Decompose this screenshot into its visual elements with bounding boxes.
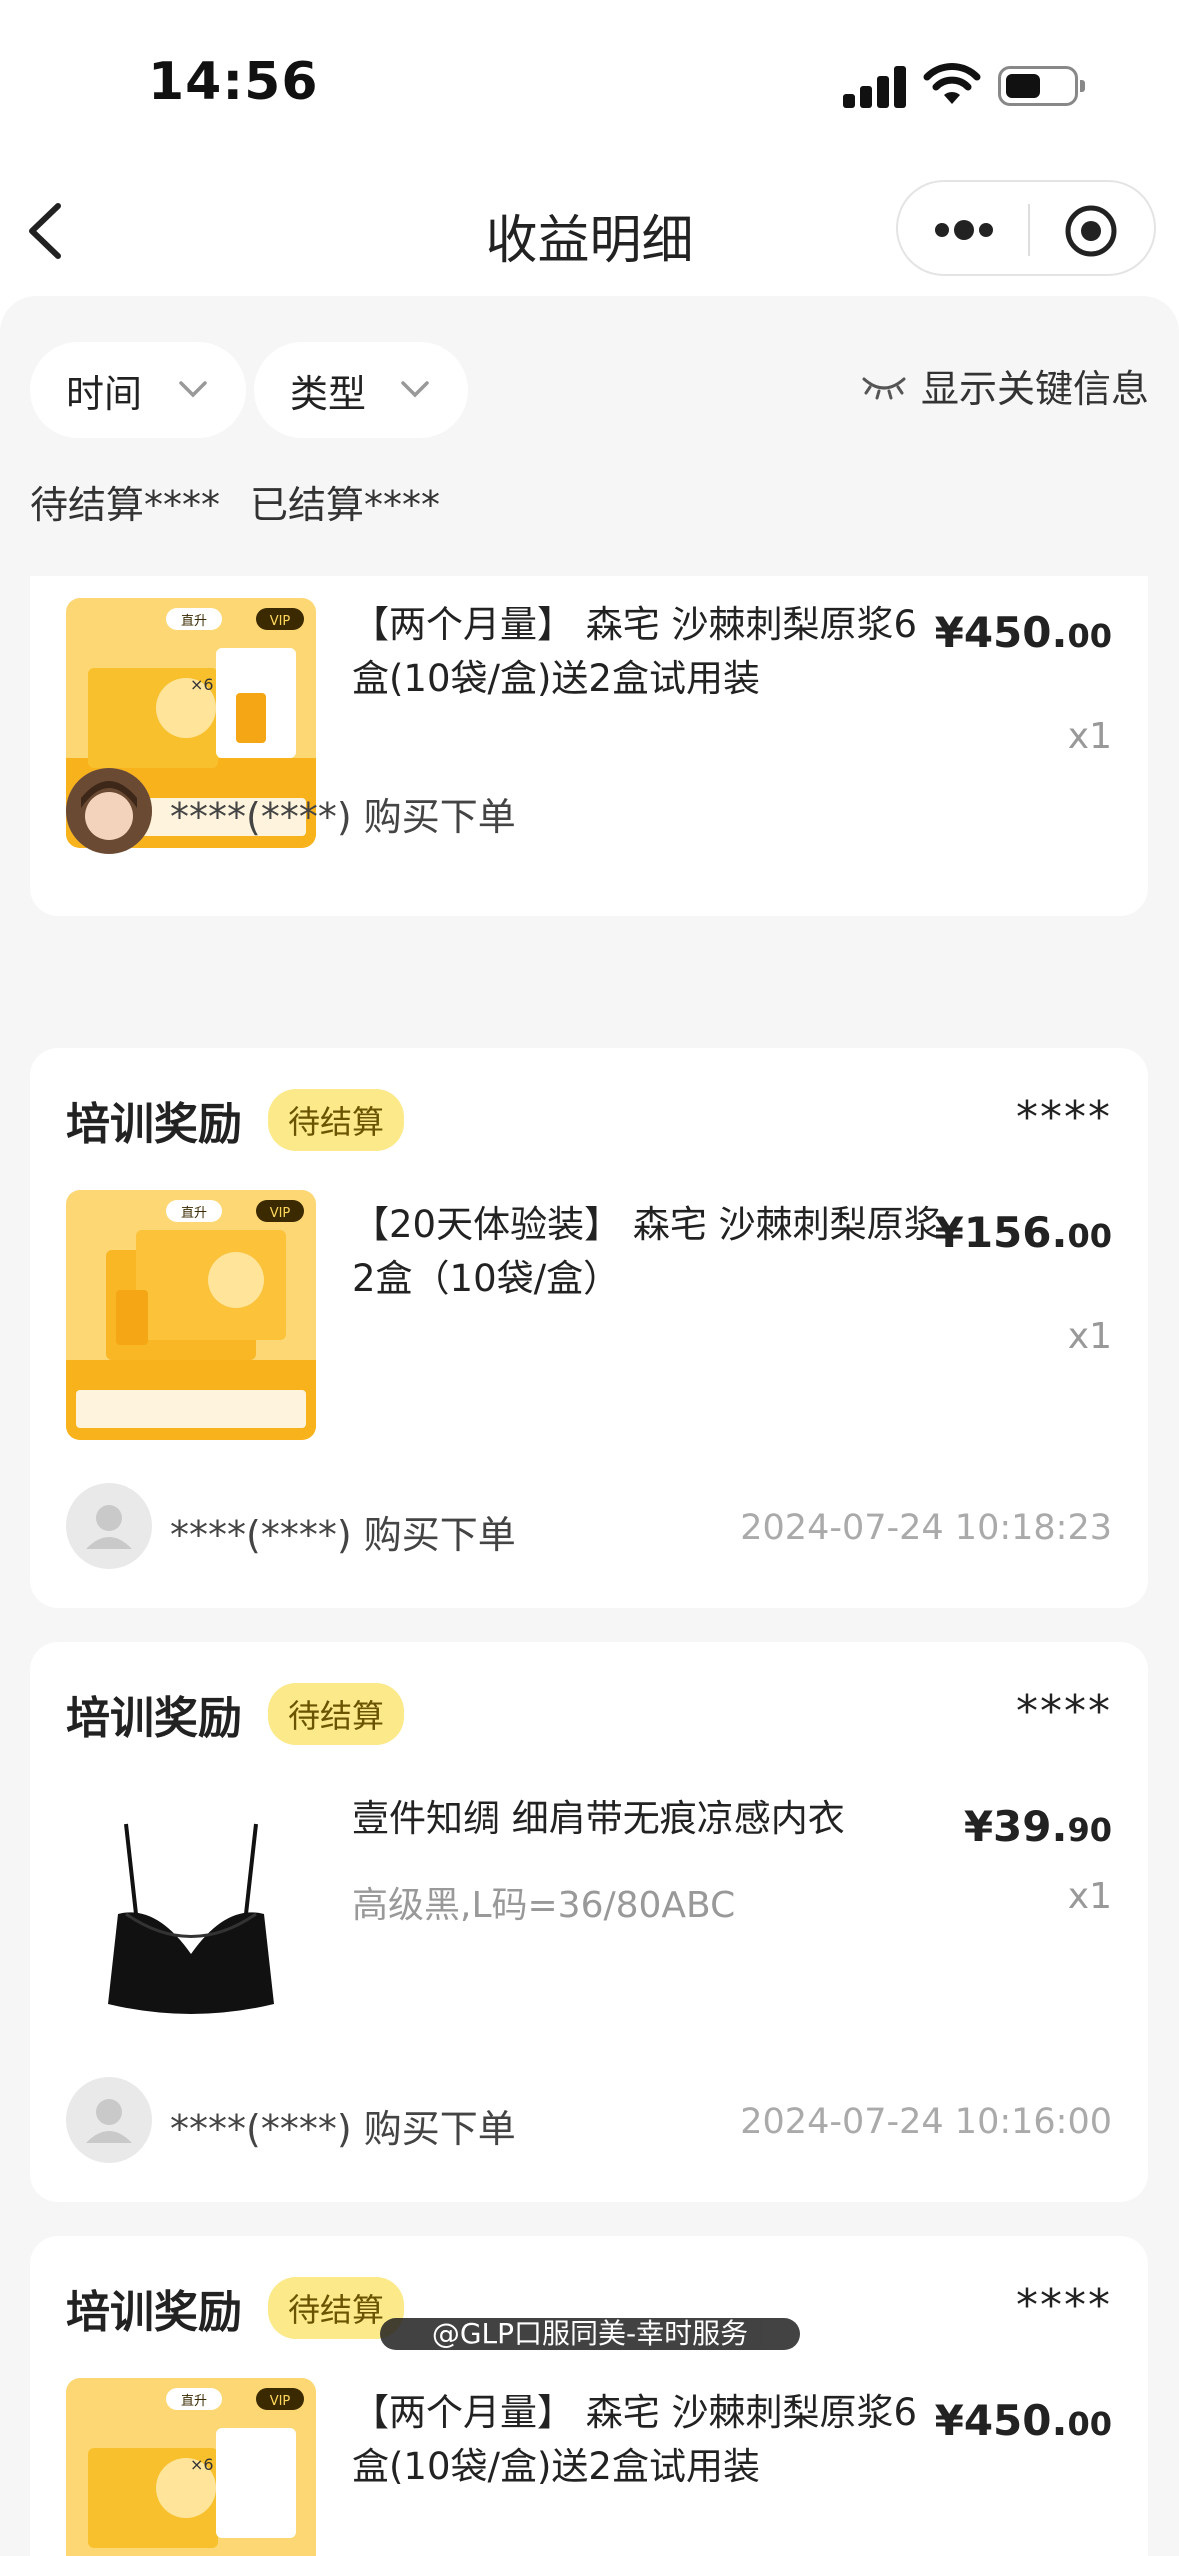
earning-amount: **** — [1016, 2280, 1112, 2331]
card-header: 培训奖励 待结算 — [66, 2276, 405, 2340]
product-price: ¥39.90 — [963, 1802, 1112, 1851]
status-bar: 14:56 — [0, 0, 1179, 170]
order-time: 2024-07-24 10:18:23 — [740, 1508, 1112, 1548]
status-badge: 待结算 — [268, 1089, 405, 1151]
default-avatar-icon — [86, 2099, 132, 2143]
filter-type-label: 类型 — [290, 371, 367, 416]
signal-icon — [843, 64, 907, 108]
mini-program-capsule — [896, 180, 1156, 276]
filter-time-label: 时间 — [66, 371, 143, 416]
earning-amount: **** — [1016, 1092, 1112, 1143]
earning-card[interactable]: 培训奖励 待结算 **** 直升 VIP 【20天体验装】 森宅 沙棘刺梨原浆 … — [30, 1048, 1148, 1608]
earning-amount: **** — [1016, 1686, 1112, 1737]
avatar — [66, 1483, 152, 1569]
show-key-info-label: 显示关键信息 — [920, 367, 1149, 411]
settled-total: 已结算**** — [250, 483, 441, 527]
product-price: ¥450.00 — [934, 2396, 1112, 2445]
thumb-vip: VIP — [270, 1206, 291, 1221]
show-key-info-toggle[interactable]: 显示关键信息 — [861, 358, 1149, 413]
earning-type: 培训奖励 — [66, 1693, 242, 1744]
buyer-info: ****(****) 购买下单 — [170, 2107, 516, 2151]
buyer-info: ****(****) 购买下单 — [170, 795, 516, 839]
product-qty: x1 — [1067, 716, 1112, 757]
product-price: ¥156.00 — [934, 1208, 1112, 1257]
earning-card[interactable]: 培训奖励 待结算 **** 壹件知绸 细肩带无痕凉感内衣 高级黑,L码=36/8… — [30, 1642, 1148, 2202]
watermark: @GLP口服同美-幸时服务 — [380, 2318, 800, 2350]
earning-type: 培训奖励 — [66, 1099, 242, 1150]
product-price: ¥450.00 — [934, 608, 1112, 657]
pending-total: 待结算**** — [30, 483, 221, 527]
card-header: 培训奖励 待结算 — [66, 1088, 405, 1152]
earning-card[interactable]: 培训奖励 待结算 **** 直升 VIP ×6 【两个月量】 森宅 沙棘刺梨原浆… — [30, 2236, 1148, 2556]
content-area: 时间 类型 显示关键信息 待结算**** 已结算**** 直升 VIP ×6 【… — [0, 296, 1179, 2556]
avatar — [66, 2077, 152, 2163]
buyer-info: ****(****) 购买下单 — [170, 1513, 516, 1557]
product-image — [66, 1784, 316, 2034]
order-time: 2024-07-24 10:16:00 — [740, 2102, 1112, 2142]
thumb-vip: VIP — [270, 2394, 291, 2409]
status-badge: 待结算 — [268, 1683, 405, 1745]
thumb-tag: 直升 — [181, 2394, 207, 2409]
thumb-vip: VIP — [270, 614, 291, 629]
earning-type: 培训奖励 — [66, 2287, 242, 2338]
filter-type[interactable]: 类型 — [254, 342, 468, 438]
default-avatar-icon — [86, 1505, 132, 1549]
thumb-qty: ×6 — [190, 2455, 214, 2474]
product-name: 【20天体验装】 森宅 沙棘刺梨原浆 2盒（10袋/盒） — [352, 1203, 941, 1300]
filter-time[interactable]: 时间 — [30, 342, 246, 438]
thumb-qty: ×6 — [190, 675, 214, 694]
settlement-summary: 待结算**** 已结算**** — [30, 474, 470, 529]
chevron-down-icon — [179, 381, 207, 398]
earning-card[interactable]: 直升 VIP ×6 【两个月量】 森宅 沙棘刺梨原浆6盒(10袋/盒)送2盒试用… — [30, 576, 1148, 916]
close-miniapp-icon[interactable] — [1064, 204, 1118, 258]
product-name: 【两个月量】 森宅 沙棘刺梨原浆6盒(10袋/盒)送2盒试用装 — [352, 2391, 918, 2488]
product-name: 【两个月量】 森宅 沙棘刺梨原浆6盒(10袋/盒)送2盒试用装 — [352, 603, 918, 700]
card-header: 培训奖励 待结算 — [66, 1682, 405, 1746]
thumb-tag: 直升 — [181, 1206, 207, 1221]
product-qty: x1 — [1067, 1876, 1112, 1917]
status-time: 14:56 — [148, 52, 319, 112]
battery-icon — [998, 66, 1085, 106]
wifi-icon — [923, 63, 981, 104]
nav-bar: 收益明细 — [0, 170, 1179, 290]
thumb-tag: 直升 — [181, 614, 207, 629]
product-image: 直升 VIP — [66, 1190, 316, 1440]
avatar — [66, 768, 152, 854]
product-image: 直升 VIP ×6 — [66, 2378, 316, 2556]
more-icon[interactable] — [932, 208, 996, 252]
eye-closed-icon — [862, 377, 906, 399]
product-sku: 高级黑,L码=36/80ABC — [352, 1885, 736, 1926]
product-qty: x1 — [1067, 1316, 1112, 1357]
chevron-down-icon — [401, 381, 429, 398]
product-name: 壹件知绸 细肩带无痕凉感内衣 — [352, 1797, 845, 1840]
capsule-divider — [1028, 204, 1030, 256]
